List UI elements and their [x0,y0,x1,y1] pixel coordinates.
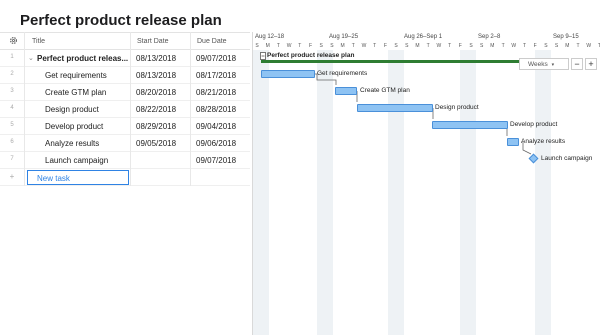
zoom-in-button[interactable]: + [585,58,597,70]
column-header-start-date[interactable]: Start Date [137,38,169,45]
page-title: Perfect product release plan [20,12,222,29]
row-start-date: 08/13/2018 [136,71,177,80]
row-start-date: 08/29/2018 [136,122,177,131]
row-start-date: 09/05/2018 [136,139,177,148]
zoom-select[interactable]: Weeks ▾ [519,58,569,70]
new-task-input[interactable]: New task [27,170,129,185]
row-number: 4 [10,105,14,111]
chevron-down-icon: ▾ [551,62,555,68]
task-bar-label: Get requirements [317,70,368,77]
chevron-down-icon[interactable]: ⌄ [28,54,34,62]
column-divider [190,32,191,186]
row-number: 5 [10,122,14,128]
milestone-label: Launch campaign [541,155,593,162]
new-task-row[interactable]: + New task [0,169,250,186]
gantt-chart: Aug 12–18 Aug 19–25 Aug 26–Sep 1 Sep 2–8… [252,32,600,335]
row-due-date: 08/21/2018 [196,88,237,97]
row-title: Develop product [45,122,104,131]
table-row[interactable]: 1 ⌄ Perfect product releas... 08/13/2018… [0,50,250,67]
task-bar-label: Design product [435,104,479,111]
column-header-title[interactable]: Title [32,38,45,45]
project-summary-bar[interactable] [261,60,541,63]
column-header-due-date[interactable]: Due Date [197,38,227,45]
table-row[interactable]: 6 Analyze results 09/05/2018 09/06/2018 [0,135,250,152]
task-bar[interactable] [357,104,433,112]
task-bar-label: Analyze results [521,138,566,145]
column-divider [130,32,131,186]
row-number: 7 [10,156,14,162]
row-start-date: 08/20/2018 [136,88,177,97]
row-start-date: 08/13/2018 [136,54,177,63]
row-title: Launch campaign [45,156,109,165]
table-row[interactable]: 7 Launch campaign 09/07/2018 [0,152,250,169]
row-due-date: 08/28/2018 [196,105,237,114]
table-row[interactable]: 2 Get requirements 08/13/2018 08/17/2018 [0,67,250,84]
task-bar[interactable] [507,138,519,146]
table-row[interactable]: 4 Design product 08/22/2018 08/28/2018 [0,101,250,118]
row-title: Create GTM plan [45,88,107,97]
table-row[interactable]: 3 Create GTM plan 08/20/2018 08/21/2018 [0,84,250,101]
add-row-icon[interactable]: + [0,172,24,181]
column-divider [24,32,25,186]
row-number: 3 [10,88,14,94]
task-bar[interactable] [261,70,315,78]
row-due-date: 09/04/2018 [196,122,237,131]
row-due-date: 08/17/2018 [196,71,237,80]
row-start-date: 08/22/2018 [136,105,177,114]
row-due-date: 09/07/2018 [196,156,237,165]
row-number: 1 [10,54,14,60]
row-due-date: 09/06/2018 [196,139,237,148]
row-title: Get requirements [45,71,107,80]
gear-icon[interactable] [9,36,18,45]
project-summary-label: Perfect product release plan [267,52,355,59]
task-bar-label: Create GTM plan [360,87,410,94]
table-row[interactable]: 5 Develop product 08/29/2018 09/04/2018 [0,118,250,135]
row-title: Analyze results [45,139,100,148]
task-bar-label: Develop product [510,121,558,128]
row-number: 6 [10,139,14,145]
zoom-out-button[interactable]: − [571,58,583,70]
zoom-label: Weeks [528,61,548,68]
row-title: Design product [45,105,99,114]
task-bar[interactable] [432,121,508,129]
task-grid: Title Start Date Due Date 1 ⌄ Perfect pr… [0,32,250,335]
grid-header: Title Start Date Due Date [0,32,250,50]
row-number: 2 [10,71,14,77]
row-due-date: 09/07/2018 [196,54,237,63]
task-bar[interactable] [335,87,357,95]
collapse-icon[interactable] [260,52,266,60]
row-title: Perfect product releas... [37,54,129,63]
